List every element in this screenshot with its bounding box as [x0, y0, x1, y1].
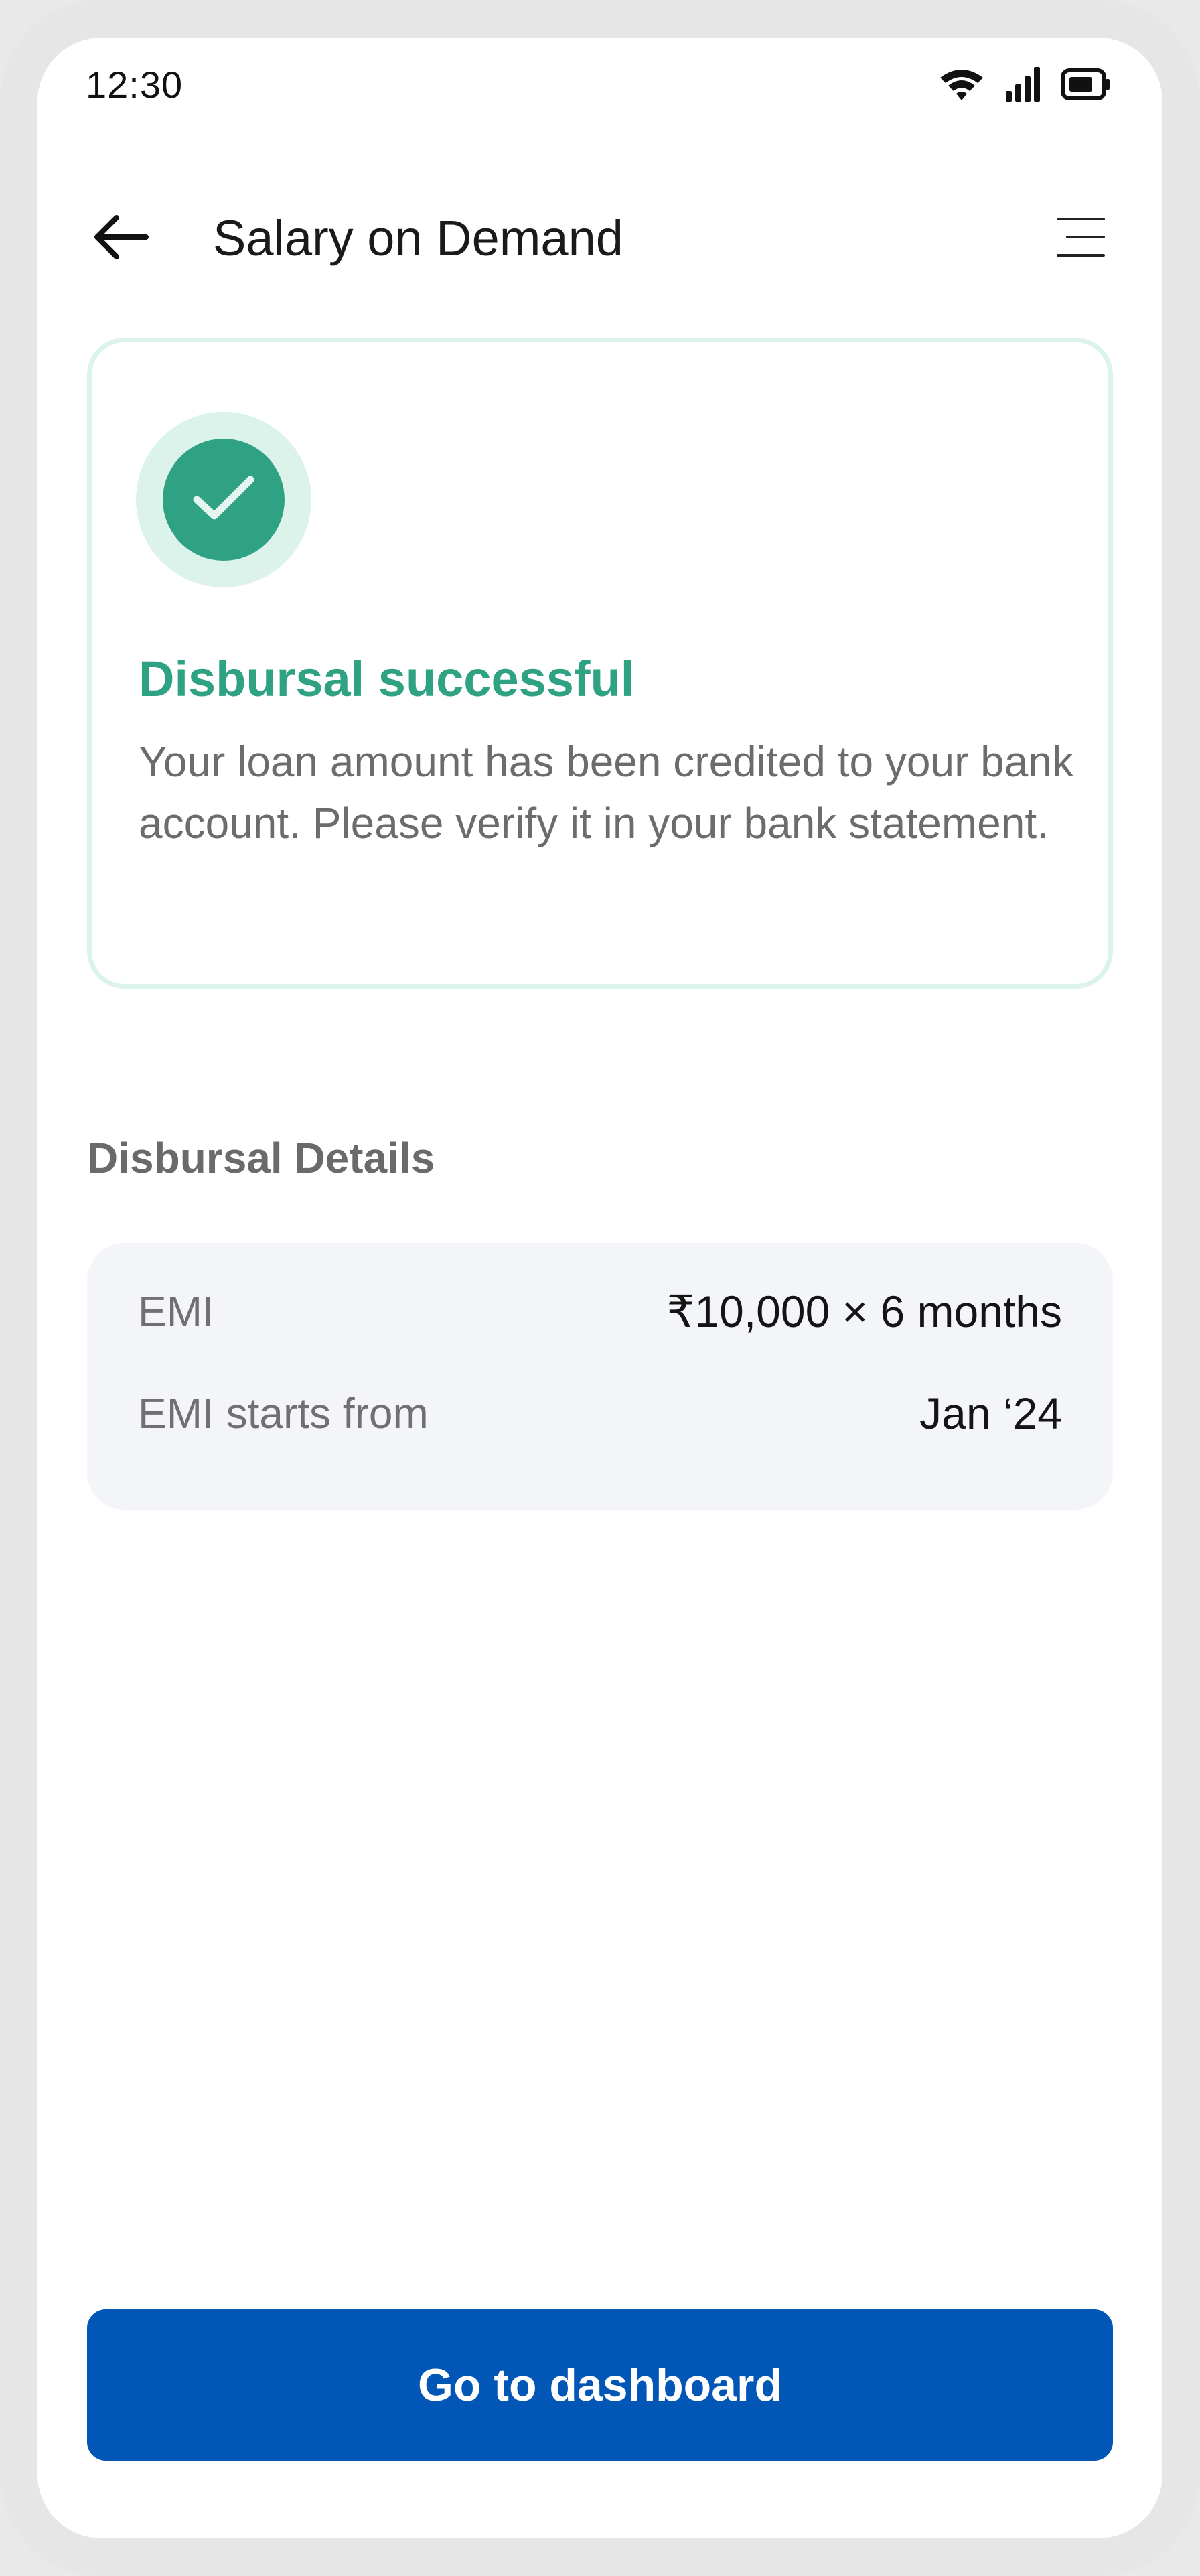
- success-message: Your loan amount has been credited to yo…: [139, 737, 1073, 847]
- detail-label: EMI: [138, 1287, 214, 1336]
- arrow-left-icon: [92, 214, 150, 264]
- menu-button[interactable]: [1053, 212, 1109, 265]
- go-to-dashboard-button[interactable]: Go to dashboard: [87, 2309, 1113, 2461]
- page-title: Salary on Demand: [213, 210, 623, 266]
- success-badge-circle: [163, 439, 285, 561]
- status-icons: [937, 63, 1112, 106]
- menu-icon: [1055, 215, 1106, 263]
- success-badge: [136, 412, 311, 587]
- status-time: 12:30: [86, 64, 183, 106]
- device-frame: 12:30 Salary on Demand Disbursal success…: [0, 0, 1200, 2576]
- success-card: Disbursal successful Your loan amount ha…: [87, 338, 1113, 989]
- detail-row-emi: EMI ₹10,000 × 6 months: [138, 1285, 1062, 1338]
- detail-value: ₹10,000 × 6 months: [666, 1286, 1062, 1336]
- detail-row-emi-start: EMI starts from Jan ‘24: [138, 1386, 1062, 1440]
- battery-icon: [1061, 67, 1112, 102]
- detail-value: Jan ‘24: [919, 1388, 1062, 1438]
- details-heading: Disbursal Details: [87, 1134, 435, 1182]
- back-button[interactable]: [91, 212, 151, 265]
- detail-label: EMI starts from: [138, 1389, 429, 1437]
- success-title: Disbursal successful: [139, 651, 635, 707]
- phone-screen: 12:30 Salary on Demand Disbursal success…: [38, 38, 1162, 2538]
- details-card: EMI ₹10,000 × 6 months EMI starts from J…: [87, 1243, 1113, 1510]
- check-icon: [192, 473, 256, 527]
- app-bar: Salary on Demand: [38, 198, 1162, 279]
- signal-icon: [1004, 66, 1042, 103]
- wifi-icon: [937, 66, 986, 103]
